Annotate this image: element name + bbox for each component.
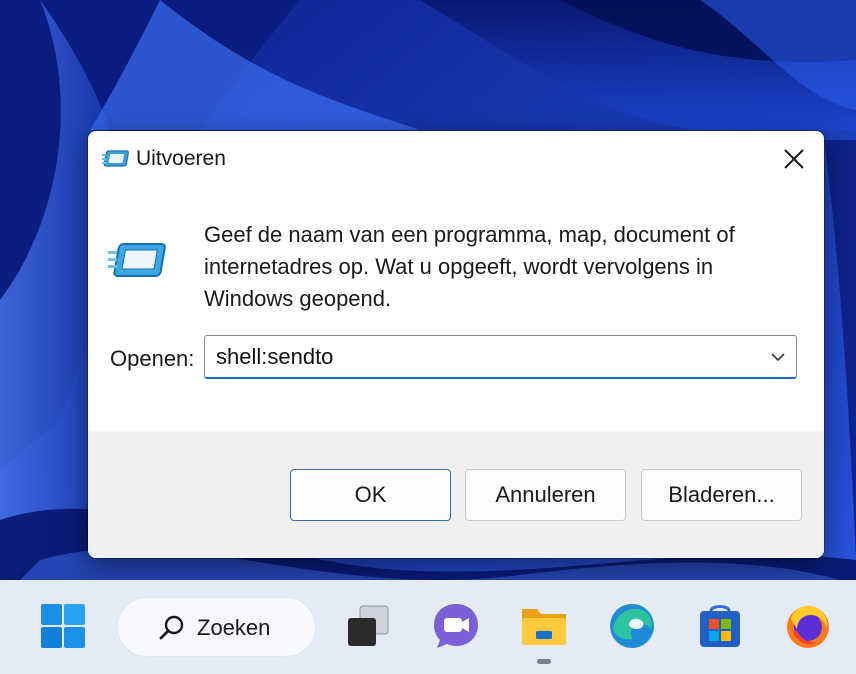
microsoft-store-icon [700, 605, 740, 647]
firefox-icon [787, 605, 829, 648]
firefox-button[interactable] [782, 600, 834, 652]
taskbar: Zoeken [0, 580, 856, 674]
search-label: Zoeken [197, 615, 271, 640]
run-large-icon [108, 243, 166, 277]
task-view-button[interactable] [342, 600, 394, 652]
microsoft-store-button[interactable] [694, 600, 746, 652]
title-bar[interactable]: Uitvoeren [88, 131, 824, 187]
dialog-description: Geef de naam van een programma, map, doc… [204, 222, 735, 311]
ok-button[interactable]: OK [290, 469, 451, 521]
file-explorer-icon [522, 609, 566, 645]
desktop: Uitvoeren Geef de naam van een programma… [0, 0, 856, 674]
close-icon [784, 149, 804, 169]
run-icon [102, 150, 129, 167]
teams-chat-button[interactable] [430, 600, 482, 652]
dialog-footer: OK Annuleren Bladeren... [88, 431, 824, 558]
task-view-icon [348, 605, 389, 646]
chevron-down-icon[interactable] [768, 347, 788, 367]
dialog-body: Geef de naam van een programma, map, doc… [88, 187, 824, 431]
cancel-button[interactable]: Annuleren [465, 469, 626, 521]
active-app-indicator [537, 659, 551, 664]
dialog-title: Uitvoeren [136, 147, 226, 170]
file-explorer-button[interactable] [518, 600, 570, 652]
taskbar-search[interactable]: Zoeken [117, 597, 316, 657]
open-input[interactable]: shell:sendto [216, 344, 333, 370]
open-label: Openen: [110, 346, 195, 371]
edge-icon [610, 604, 654, 648]
start-button[interactable] [37, 600, 89, 652]
open-combobox[interactable]: shell:sendto [204, 335, 797, 379]
close-button[interactable] [772, 139, 816, 179]
teams-chat-icon [434, 604, 478, 648]
run-dialog: Uitvoeren Geef de naam van een programma… [88, 131, 824, 558]
edge-button[interactable] [606, 600, 658, 652]
search-icon [159, 615, 184, 640]
browse-button[interactable]: Bladeren... [641, 469, 802, 521]
start-icon [41, 604, 85, 648]
